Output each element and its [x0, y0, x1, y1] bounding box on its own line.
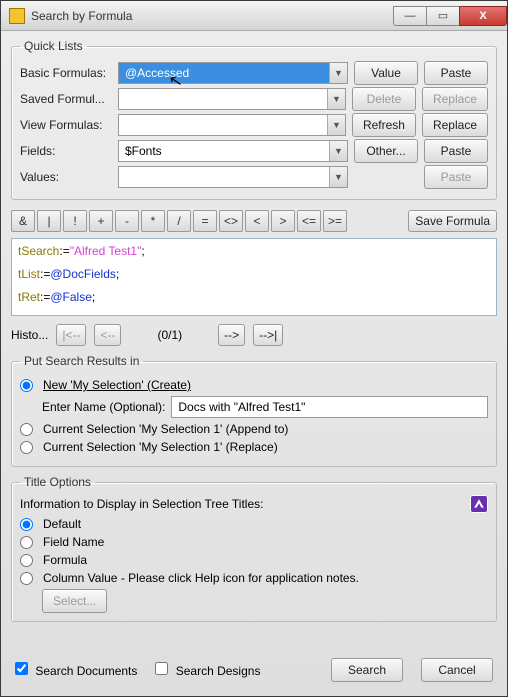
row-saved-formulas: Saved Formul... ▼ Delete Replace	[20, 87, 488, 111]
row-view-formulas: View Formulas: ▼ Refresh Replace	[20, 113, 488, 137]
search-button[interactable]: Search	[331, 658, 403, 682]
title-options-group: Title Options Information to Display in …	[11, 475, 497, 622]
history-prev-button: <--	[94, 324, 121, 346]
replace-button-view[interactable]: Replace	[422, 113, 488, 137]
close-button[interactable]: X	[459, 6, 507, 26]
search-documents-checkbox[interactable]: Search Documents	[15, 662, 137, 678]
op-gt[interactable]: >	[271, 210, 295, 232]
combo-values[interactable]: ▼	[118, 166, 348, 188]
label-values: Values:	[20, 170, 112, 184]
chevron-down-icon[interactable]: ▼	[329, 141, 347, 161]
radio-fieldname-label: Field Name	[43, 535, 104, 549]
combo-basic-formulas[interactable]: ▼	[118, 62, 348, 84]
chevron-down-icon[interactable]: ▼	[329, 63, 347, 83]
results-legend: Put Search Results in	[20, 354, 143, 368]
op-plus[interactable]: +	[89, 210, 113, 232]
radio-column[interactable]	[20, 572, 33, 585]
radio-fieldname[interactable]	[20, 536, 33, 549]
input-basic-formulas[interactable]	[119, 63, 329, 83]
label-fields: Fields:	[20, 144, 112, 158]
op-div[interactable]: /	[167, 210, 191, 232]
formula-editor[interactable]: tSearch:="Alfred Test1"; tList:=@DocFiel…	[11, 238, 497, 316]
input-fields[interactable]	[119, 141, 329, 161]
row-fields: Fields: ▼ Other... Paste	[20, 139, 488, 163]
window-title: Search by Formula	[31, 9, 394, 23]
radio-default-label: Default	[43, 517, 81, 531]
title-options-legend: Title Options	[20, 475, 95, 489]
radio-replace-label: Current Selection 'My Selection 1' (Repl…	[43, 440, 278, 454]
label-saved-formulas: Saved Formul...	[20, 92, 112, 106]
delete-button: Delete	[352, 87, 416, 111]
help-icon[interactable]	[470, 495, 488, 513]
combo-saved-formulas[interactable]: ▼	[118, 88, 346, 110]
refresh-button[interactable]: Refresh	[352, 113, 416, 137]
results-group: Put Search Results in New 'My Selection'…	[11, 354, 497, 467]
cancel-button[interactable]: Cancel	[421, 658, 493, 682]
chevron-down-icon[interactable]: ▼	[327, 89, 345, 109]
input-saved-formulas[interactable]	[119, 89, 327, 109]
minimize-button[interactable]: —	[393, 6, 427, 26]
history-first-button: |<--	[56, 324, 86, 346]
label-view-formulas: View Formulas:	[20, 118, 112, 132]
op-ne[interactable]: <>	[219, 210, 243, 232]
label-basic-formulas: Basic Formulas:	[20, 66, 112, 80]
chevron-down-icon[interactable]: ▼	[327, 115, 345, 135]
enter-name-input[interactable]	[171, 396, 488, 418]
footer: Search Documents Search Designs Search C…	[11, 650, 497, 686]
radio-column-label: Column Value - Please click Help icon fo…	[43, 571, 359, 585]
app-icon	[9, 8, 25, 24]
combo-fields[interactable]: ▼	[118, 140, 348, 162]
history-last-button[interactable]: -->|	[253, 324, 283, 346]
combo-view-formulas[interactable]: ▼	[118, 114, 346, 136]
quick-lists-legend: Quick Lists	[20, 39, 87, 53]
chevron-down-icon[interactable]: ▼	[329, 167, 347, 187]
enter-name-label: Enter Name (Optional):	[42, 400, 165, 414]
op-eq[interactable]: =	[193, 210, 217, 232]
op-mul[interactable]: *	[141, 210, 165, 232]
search-designs-checkbox[interactable]: Search Designs	[155, 662, 260, 678]
row-basic-formulas: Basic Formulas: ▼ Value Paste	[20, 61, 488, 85]
op-lt[interactable]: <	[245, 210, 269, 232]
operator-bar: & | ! + - * / = <> < > <= >= Save Formul…	[11, 210, 497, 232]
radio-formula-label: Formula	[43, 553, 87, 567]
radio-replace[interactable]	[20, 441, 33, 454]
maximize-button[interactable]: ▭	[426, 6, 460, 26]
paste-button-basic[interactable]: Paste	[424, 61, 488, 85]
op-or[interactable]: |	[37, 210, 61, 232]
op-and[interactable]: &	[11, 210, 35, 232]
input-values[interactable]	[119, 167, 329, 187]
op-minus[interactable]: -	[115, 210, 139, 232]
input-view-formulas[interactable]	[119, 115, 327, 135]
quick-lists-group: Quick Lists Basic Formulas: ▼ Value Past…	[11, 39, 497, 200]
radio-default[interactable]	[20, 518, 33, 531]
radio-new-selection[interactable]	[20, 379, 33, 392]
history-row: Histo... |<-- <-- (0/1) --> -->|	[11, 324, 497, 346]
radio-append[interactable]	[20, 423, 33, 436]
other-button[interactable]: Other...	[354, 139, 418, 163]
row-values: Values: ▼ Paste	[20, 165, 488, 189]
radio-formula[interactable]	[20, 554, 33, 567]
select-button: Select...	[42, 589, 107, 613]
value-button[interactable]: Value	[354, 61, 418, 85]
history-label: Histo...	[11, 328, 48, 342]
replace-button-saved: Replace	[422, 87, 488, 111]
paste-button-fields[interactable]: Paste	[424, 139, 488, 163]
paste-button-values: Paste	[424, 165, 488, 189]
titlebar: Search by Formula — ▭ X	[1, 1, 507, 31]
radio-append-label: Current Selection 'My Selection 1' (Appe…	[43, 422, 288, 436]
op-not[interactable]: !	[63, 210, 87, 232]
radio-new-selection-label: New 'My Selection' (Create)	[43, 378, 191, 392]
history-count: (0/1)	[157, 328, 182, 342]
save-formula-button[interactable]: Save Formula	[408, 210, 497, 232]
title-options-info: Information to Display in Selection Tree…	[20, 497, 488, 511]
history-next-button[interactable]: -->	[218, 324, 245, 346]
op-ge[interactable]: >=	[323, 210, 347, 232]
op-le[interactable]: <=	[297, 210, 321, 232]
